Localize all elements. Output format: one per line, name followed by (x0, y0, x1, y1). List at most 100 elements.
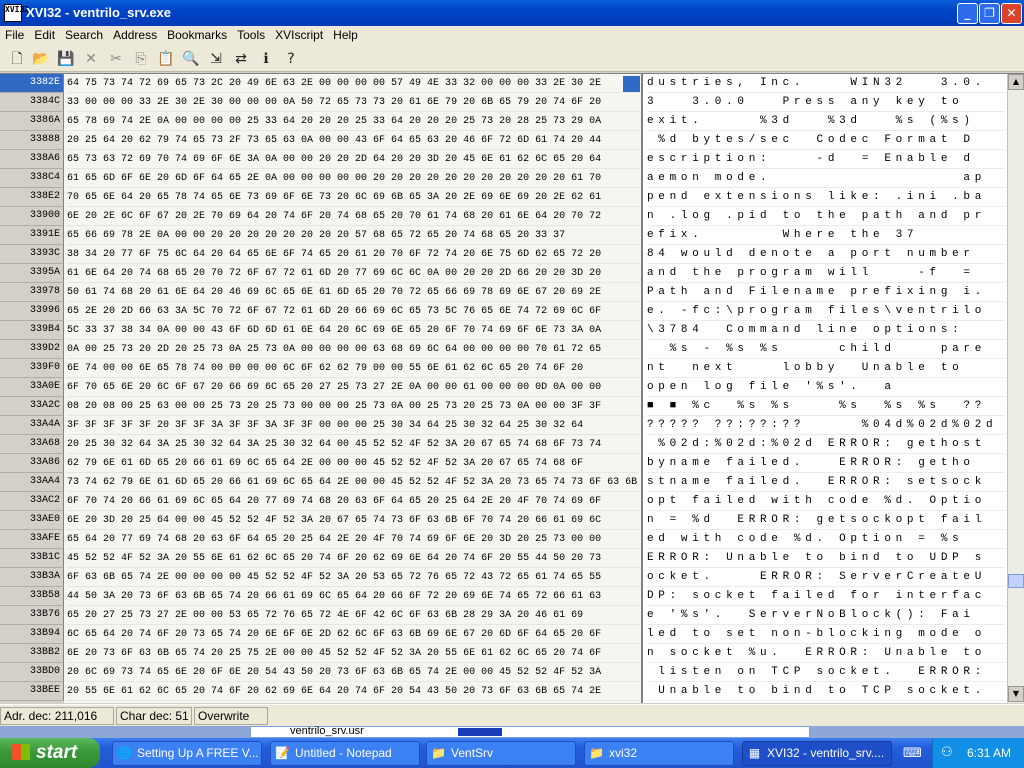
ascii-row[interactable]: and the program will -f = (647, 264, 1005, 283)
replace-icon[interactable]: ⇄ (230, 48, 252, 70)
ascii-pane[interactable]: dustries, Inc. WIN32 3.0. 3 3.0.0 Press a… (641, 74, 1007, 703)
ascii-row[interactable]: 84 would denote a port number (647, 245, 1005, 264)
hex-row[interactable]: 65 20 27 25 73 27 2E 00 00 53 65 72 76 6… (67, 606, 639, 625)
hex-row[interactable]: 6E 20 2E 6C 6F 67 20 2E 70 69 64 20 74 6… (67, 207, 639, 226)
ascii-row[interactable]: stname failed. ERROR: setsock (647, 473, 1005, 492)
ascii-row[interactable]: open log file '%s'. a (647, 378, 1005, 397)
keyboard-icon[interactable]: ⌨ (903, 746, 922, 761)
delete-icon[interactable]: ✕ (80, 48, 102, 70)
ascii-row[interactable]: opt failed with code %d. Optio (647, 492, 1005, 511)
hex-row[interactable]: 70 65 6E 64 20 65 78 74 65 6E 73 69 6F 6… (67, 188, 639, 207)
hex-row[interactable]: 38 34 20 77 6F 75 6C 64 20 64 65 6E 6F 7… (67, 245, 639, 264)
hex-row[interactable]: 6E 20 73 6F 63 6B 65 74 20 25 75 2E 00 0… (67, 644, 639, 663)
find-icon[interactable]: 🔍 (180, 48, 202, 70)
ascii-row[interactable]: %s - %s %s child pare (647, 340, 1005, 359)
ascii-row[interactable]: e. -fc:\program files\ventrilo (647, 302, 1005, 321)
hex-row[interactable]: 64 75 73 74 72 69 65 73 2C 20 49 6E 63 2… (67, 74, 639, 93)
hex-editor[interactable]: 3382E 3384C 3386A 33888 338A6 338C4 338E2 33900… (0, 73, 1024, 703)
info-icon[interactable]: ℹ (255, 48, 277, 70)
save-icon[interactable]: 💾 (55, 48, 77, 70)
find-next-icon[interactable]: ⇲ (205, 48, 227, 70)
hex-row[interactable]: 20 25 30 32 64 3A 25 30 32 64 3A 25 30 3… (67, 435, 639, 454)
ascii-row[interactable]: Unable to bind to TCP socket. (647, 682, 1005, 701)
network-icon[interactable]: ⚇ (941, 745, 953, 760)
task-ventsrv[interactable]: 📁 VentSrv (426, 741, 576, 766)
menu-address[interactable]: Address (108, 26, 162, 45)
hex-row[interactable]: 6E 74 00 00 6E 65 78 74 00 00 00 00 6C 6… (67, 359, 639, 378)
ascii-row[interactable]: Path and Filename prefixing i. (647, 283, 1005, 302)
task-xvi32-editor[interactable]: ▦ XVI32 - ventrilo_srv.... (742, 741, 892, 766)
hex-row[interactable]: 6F 70 74 20 66 61 69 6C 65 64 20 77 69 7… (67, 492, 639, 511)
help-icon[interactable]: ? (280, 48, 302, 70)
ascii-row[interactable]: efix. Where the 37 (647, 226, 1005, 245)
hex-row[interactable]: 65 2E 20 2D 66 63 3A 5C 70 72 6F 67 72 6… (67, 302, 639, 321)
hex-row[interactable]: 20 6C 69 73 74 65 6E 20 6F 6E 20 54 43 5… (67, 663, 639, 682)
hex-row[interactable]: 73 74 62 79 6E 61 6D 65 20 66 61 69 6C 6… (67, 473, 639, 492)
ascii-row[interactable]: 3 3.0.0 Press any key to (647, 93, 1005, 112)
hex-pane[interactable]: 64 75 73 74 72 69 65 73 2C 20 49 6E 63 2… (64, 74, 641, 703)
hex-row[interactable]: 65 73 63 72 69 70 74 69 6F 6E 3A 0A 00 0… (67, 150, 639, 169)
minimize-button[interactable]: _ (957, 3, 978, 24)
new-icon[interactable]: 🗋 (6, 48, 28, 70)
ascii-row[interactable]: \3784 Command line options: (647, 321, 1005, 340)
cut-icon[interactable]: ✂ (105, 48, 127, 70)
ascii-row[interactable]: nt next lobby Unable to (647, 359, 1005, 378)
ascii-row[interactable]: n socket %u. ERROR: Unable to (647, 644, 1005, 663)
ascii-row[interactable]: pend extensions like: .ini .ba (647, 188, 1005, 207)
hex-row[interactable]: 6C 65 64 20 74 6F 20 73 65 74 20 6E 6F 6… (67, 625, 639, 644)
open-icon[interactable]: 📂 (30, 48, 52, 70)
paste-icon[interactable]: 📋 (155, 48, 177, 70)
menu-file[interactable]: File (0, 26, 29, 45)
ascii-row[interactable]: n = %d ERROR: getsockopt fail (647, 511, 1005, 530)
hex-row[interactable]: 65 64 20 77 69 74 68 20 63 6F 64 65 20 2… (67, 530, 639, 549)
hex-row[interactable]: 65 78 69 74 2E 0A 00 00 00 00 25 33 64 2… (67, 112, 639, 131)
ascii-row[interactable]: %02d:%02d:%02d ERROR: gethost (647, 435, 1005, 454)
task-notepad[interactable]: 📝 Untitled - Notepad (270, 741, 420, 766)
ascii-row[interactable]: n .log .pid to the path and pr (647, 207, 1005, 226)
copy-icon[interactable]: ⎘ (130, 48, 152, 70)
maximize-button[interactable]: ❐ (979, 3, 1000, 24)
menu-xviscript[interactable]: XVIscript (270, 26, 328, 45)
scroll-down-icon[interactable]: ▼ (1008, 686, 1024, 702)
menu-tools[interactable]: Tools (232, 26, 270, 45)
menu-bookmarks[interactable]: Bookmarks (162, 26, 232, 45)
ascii-row[interactable]: led to set non-blocking mode o (647, 625, 1005, 644)
hex-row[interactable]: 20 55 6E 61 62 6C 65 20 74 6F 20 62 69 6… (67, 682, 639, 701)
ascii-row[interactable]: DP: socket failed for interfac (647, 587, 1005, 606)
ascii-row[interactable]: ed with code %d. Option = %s (647, 530, 1005, 549)
ascii-row[interactable]: dustries, Inc. WIN32 3.0. (647, 74, 1005, 93)
menu-edit[interactable]: Edit (29, 26, 60, 45)
ascii-row[interactable]: aemon mode. ap (647, 169, 1005, 188)
menu-search[interactable]: Search (60, 26, 108, 45)
hex-row[interactable]: 62 79 6E 61 6D 65 20 66 61 69 6C 65 64 2… (67, 454, 639, 473)
hex-row[interactable]: 3F 3F 3F 3F 3F 20 3F 3F 3A 3F 3F 3A 3F 3… (67, 416, 639, 435)
scroll-thumb[interactable] (1008, 574, 1024, 588)
start-button[interactable]: start (0, 738, 100, 768)
ascii-row[interactable]: byname failed. ERROR: getho (647, 454, 1005, 473)
hex-row[interactable]: 65 66 69 78 2E 0A 00 00 20 20 20 20 20 2… (67, 226, 639, 245)
task-xvi32-folder[interactable]: 📁 xvi32 (584, 741, 734, 766)
scroll-up-icon[interactable]: ▲ (1008, 74, 1024, 90)
title-bar[interactable]: XVI32 XVI32 - ventrilo_srv.exe _ ❐ ✕ (0, 0, 1024, 26)
hex-row[interactable]: 45 52 52 4F 52 3A 20 55 6E 61 62 6C 65 2… (67, 549, 639, 568)
hex-row[interactable]: 44 50 3A 20 73 6F 63 6B 65 74 20 66 61 6… (67, 587, 639, 606)
hex-row[interactable]: 61 6E 64 20 74 68 65 20 70 72 6F 67 72 6… (67, 264, 639, 283)
ascii-row[interactable]: e '%s'. ServerNoBlock(): Fai (647, 606, 1005, 625)
hex-row[interactable]: 50 61 74 68 20 61 6E 64 20 46 69 6C 65 6… (67, 283, 639, 302)
ascii-row[interactable]: ????? ??:??:?? %04d%02d%02d (647, 416, 1005, 435)
hex-row[interactable]: 6F 70 65 6E 20 6C 6F 67 20 66 69 6C 65 2… (67, 378, 639, 397)
hex-row[interactable]: 08 20 08 00 25 63 00 00 25 73 20 25 73 0… (67, 397, 639, 416)
hex-row[interactable]: 6F 63 6B 65 74 2E 00 00 00 00 45 52 52 4… (67, 568, 639, 587)
ascii-row[interactable]: exit. %3d %3d %s (%s) (647, 112, 1005, 131)
hex-row[interactable]: 20 25 64 20 62 79 74 65 73 2F 73 65 63 0… (67, 131, 639, 150)
hex-row[interactable]: 61 65 6D 6F 6E 20 6D 6F 64 65 2E 0A 00 0… (67, 169, 639, 188)
ascii-row[interactable]: listen on TCP socket. ERROR: (647, 663, 1005, 682)
hex-row[interactable]: 33 00 00 00 33 2E 30 2E 30 00 00 00 0A 5… (67, 93, 639, 112)
task-browser[interactable]: 🌐 Setting Up A FREE V... (112, 741, 262, 766)
hex-row[interactable]: 0A 00 25 73 20 2D 20 25 73 0A 25 73 0A 0… (67, 340, 639, 359)
ascii-row[interactable]: escription: -d = Enable d (647, 150, 1005, 169)
ascii-row[interactable]: ocket. ERROR: ServerCreateU (647, 568, 1005, 587)
vertical-scrollbar[interactable]: ▲ ▼ (1007, 74, 1024, 703)
close-button[interactable]: ✕ (1001, 3, 1022, 24)
ascii-row[interactable]: ■ ■ %c %s %s %s %s %s ?? (647, 397, 1005, 416)
